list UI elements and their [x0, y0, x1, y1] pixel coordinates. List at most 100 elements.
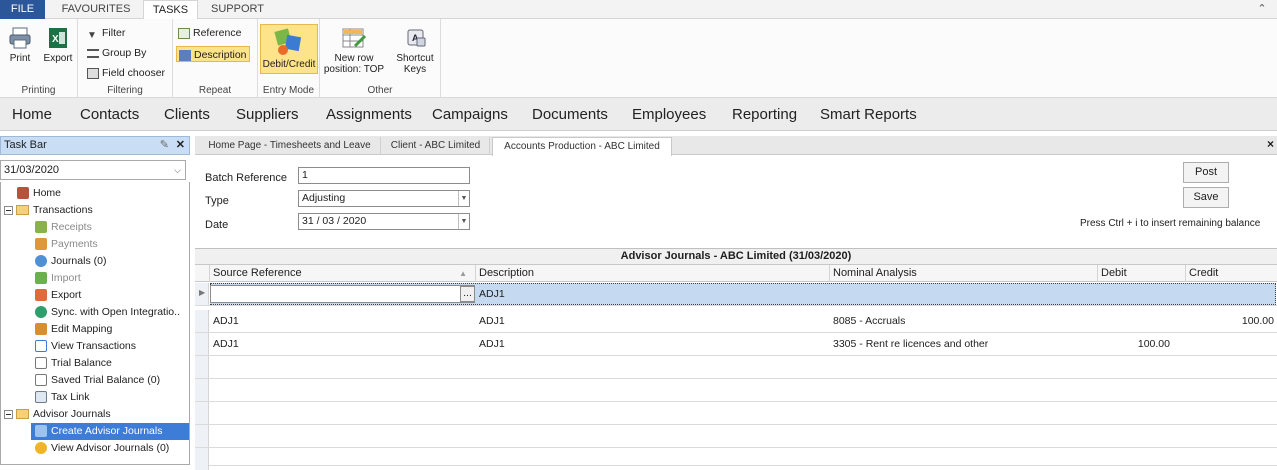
group-label-repeat: Repeat [198, 85, 232, 96]
new-entry-row[interactable]: ▶ ... ADJ1 [195, 283, 1277, 306]
folder-icon [16, 409, 29, 420]
save-button[interactable]: Save [1183, 187, 1229, 208]
tab-tasks[interactable]: TASKS [143, 0, 198, 20]
row-indicator [195, 356, 209, 378]
col-source-reference[interactable]: Source Reference ▲ [210, 265, 476, 282]
tree-item-export[interactable]: Export [35, 287, 81, 304]
doc-tab-home-page[interactable]: Home Page - Timesheets and Leave [199, 137, 381, 155]
tree-item-journals[interactable]: Journals (0) [35, 253, 106, 270]
cell-nominal[interactable]: 3305 - Rent re licences and other [830, 333, 988, 355]
cell-description[interactable]: ADJ1 [476, 310, 505, 332]
field-chooser-button[interactable]: Field chooser [87, 65, 165, 81]
tree-item-sync[interactable]: Sync. with Open Integratio.. [35, 304, 180, 321]
main-nav: Home Contacts Clients Suppliers Assignme… [0, 98, 1277, 131]
cell-credit[interactable]: 100.00 [1186, 310, 1277, 332]
taskbar-date-select[interactable]: 31/03/2020 ⌵ [0, 160, 186, 180]
export-button[interactable]: X Export [40, 26, 76, 64]
nav-smart-reports[interactable]: Smart Reports [820, 98, 917, 131]
nav-reporting[interactable]: Reporting [732, 98, 797, 131]
scales-icon [35, 374, 47, 387]
post-button[interactable]: Post [1183, 162, 1229, 183]
date-value: 31 / 03 / 2020 [302, 215, 367, 227]
printer-icon [9, 27, 31, 49]
tree-item-view-transactions[interactable]: View Transactions [35, 338, 136, 355]
new-row-position-button[interactable]: New row position: TOP [323, 26, 385, 75]
col-nominal-analysis[interactable]: Nominal Analysis [830, 265, 1098, 282]
row-indicator [195, 379, 209, 401]
nav-suppliers[interactable]: Suppliers [236, 98, 299, 131]
nav-employees[interactable]: Employees [632, 98, 706, 131]
type-select[interactable]: Adjusting ▼ [298, 190, 470, 207]
journals-icon [35, 255, 47, 268]
cell-credit[interactable] [1186, 333, 1277, 355]
collapse-icon[interactable] [4, 205, 13, 215]
empty-row [195, 379, 1277, 402]
doc-tab-client[interactable]: Client - ABC Limited [382, 137, 490, 155]
group-entry-mode: Debit/Credit Entry Mode [258, 19, 320, 98]
debit-credit-button[interactable]: Debit/Credit [260, 24, 318, 74]
tree-item-saved-trial-balance[interactable]: Saved Trial Balance (0) [35, 372, 160, 389]
collapse-ribbon-icon[interactable]: ⌃ [1252, 0, 1272, 19]
group-filtering: ▼ Filter Group By Field chooser Filtering [78, 19, 173, 98]
sync-icon [35, 306, 47, 319]
nav-home[interactable]: Home [12, 98, 52, 131]
tab-support[interactable]: SUPPORT [205, 0, 270, 19]
tab-favourites[interactable]: FAVOURITES [52, 0, 140, 19]
tab-file[interactable]: FILE [0, 0, 45, 19]
cell-source[interactable]: ADJ1 [210, 310, 239, 332]
empty-row [195, 448, 1277, 470]
collapse-icon[interactable] [4, 409, 13, 419]
tree-item-payments[interactable]: Payments [35, 236, 98, 253]
close-tab-icon[interactable]: × [1267, 137, 1274, 151]
current-row-icon: ▶ [199, 288, 206, 297]
tree-item-trial-balance[interactable]: Trial Balance [35, 355, 112, 372]
print-button[interactable]: Print [3, 26, 37, 64]
col-debit[interactable]: Debit [1098, 265, 1186, 282]
dropdown-arrow-icon: ▼ [458, 191, 469, 206]
empty-row [195, 356, 1277, 379]
nav-documents[interactable]: Documents [532, 98, 608, 131]
shortcut-keys-button[interactable]: A Shortcut Keys [392, 26, 438, 75]
close-icon[interactable]: ✕ [176, 137, 185, 154]
doc-tab-accounts-production[interactable]: Accounts Production - ABC Limited [492, 137, 672, 156]
new-row-description[interactable]: ADJ1 [476, 283, 505, 305]
row-indicator [195, 333, 209, 355]
cell-debit[interactable]: 100.00 [1098, 333, 1186, 355]
nav-contacts[interactable]: Contacts [80, 98, 139, 131]
cell-nominal[interactable]: 8085 - Accruals [830, 310, 905, 332]
type-label: Type [205, 195, 229, 207]
row-indicator [195, 448, 209, 470]
batch-reference-input[interactable]: 1 [298, 167, 470, 184]
tree-item-tax-link[interactable]: Tax Link [35, 389, 90, 406]
group-by-button[interactable]: Group By [87, 45, 146, 61]
reference-button[interactable]: Reference [178, 25, 241, 41]
export-icon [35, 289, 47, 302]
cell-debit[interactable] [1098, 310, 1186, 332]
tree-item-import[interactable]: Import [35, 270, 81, 287]
taskbar-header: Task Bar ✎ ✕ [0, 136, 190, 155]
cell-source[interactable]: ADJ1 [210, 333, 239, 355]
ellipsis-button[interactable]: ... [460, 286, 475, 302]
table-row[interactable]: ADJ1 ADJ1 8085 - Accruals 100.00 [195, 310, 1277, 333]
group-printing: Print X Export Printing [0, 19, 78, 98]
cell-description[interactable]: ADJ1 [476, 333, 505, 355]
tree-item-transactions[interactable]: Transactions [4, 202, 93, 219]
filter-button[interactable]: ▼ Filter [87, 25, 125, 41]
tree-item-home[interactable]: Home [17, 185, 61, 202]
group-repeat: Reference Description Repeat [173, 19, 258, 98]
pin-icon[interactable]: ✎ [160, 137, 169, 154]
tree-item-advisor-journals[interactable]: Advisor Journals [4, 406, 111, 423]
source-reference-input[interactable] [210, 285, 475, 303]
table-row[interactable]: ADJ1 ADJ1 3305 - Rent re licences and ot… [195, 333, 1277, 356]
tree-item-edit-mapping[interactable]: Edit Mapping [35, 321, 112, 338]
description-button[interactable]: Description [176, 46, 250, 62]
col-description[interactable]: Description [476, 265, 830, 282]
nav-campaigns[interactable]: Campaigns [432, 98, 508, 131]
tree-item-view-advisor-journals[interactable]: View Advisor Journals (0) [35, 440, 169, 457]
tree-item-receipts[interactable]: Receipts [35, 219, 92, 236]
date-input[interactable]: 31 / 03 / 2020 ▼ [298, 213, 470, 230]
col-credit[interactable]: Credit [1186, 265, 1277, 282]
nav-clients[interactable]: Clients [164, 98, 210, 131]
tree-item-create-advisor-journals[interactable]: Create Advisor Journals [31, 423, 189, 440]
nav-assignments[interactable]: Assignments [326, 98, 412, 131]
